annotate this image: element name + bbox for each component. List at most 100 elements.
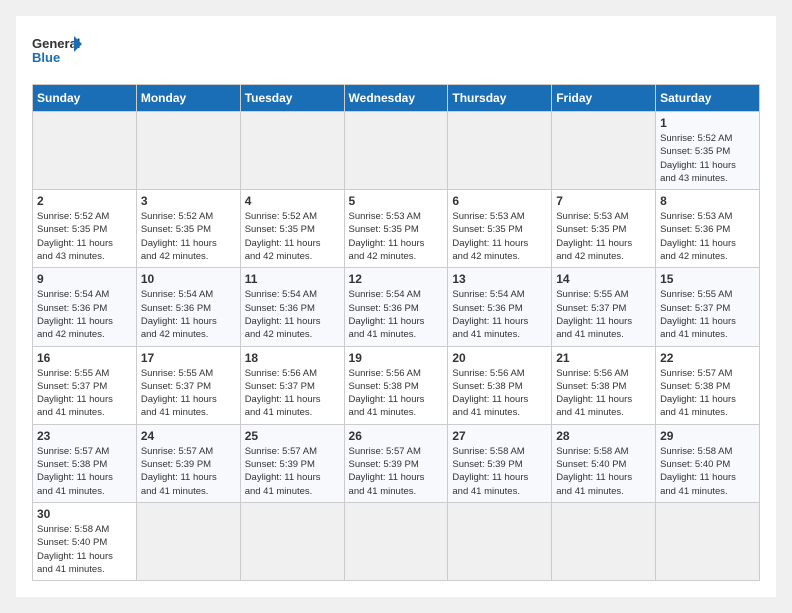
day-info: Sunrise: 5:56 AM Sunset: 5:38 PM Dayligh… (556, 367, 651, 420)
day-info: Sunrise: 5:54 AM Sunset: 5:36 PM Dayligh… (37, 288, 132, 341)
day-info: Sunrise: 5:53 AM Sunset: 5:35 PM Dayligh… (452, 210, 547, 263)
week-row-1: 2Sunrise: 5:52 AM Sunset: 5:35 PM Daylig… (33, 190, 760, 268)
day-info: Sunrise: 5:57 AM Sunset: 5:39 PM Dayligh… (349, 445, 444, 498)
day-info: Sunrise: 5:55 AM Sunset: 5:37 PM Dayligh… (660, 288, 755, 341)
header-cell-tuesday: Tuesday (240, 85, 344, 112)
day-cell: 19Sunrise: 5:56 AM Sunset: 5:38 PM Dayli… (344, 346, 448, 424)
day-number: 24 (141, 429, 236, 443)
week-row-2: 9Sunrise: 5:54 AM Sunset: 5:36 PM Daylig… (33, 268, 760, 346)
day-info: Sunrise: 5:54 AM Sunset: 5:36 PM Dayligh… (245, 288, 340, 341)
day-cell: 10 Sunrise: 5:54 AM Sunset: 5:36 PM Dayli… (136, 268, 240, 346)
day-cell (344, 502, 448, 580)
day-cell (240, 112, 344, 190)
day-info: Sunrise: 5:55 AM Sunset: 5:37 PM Dayligh… (141, 367, 236, 420)
week-row-4: 23Sunrise: 5:57 AM Sunset: 5:38 PM Dayli… (33, 424, 760, 502)
day-cell: 25Sunrise: 5:57 AM Sunset: 5:39 PM Dayli… (240, 424, 344, 502)
day-info: Sunrise: 5:58 AM Sunset: 5:40 PM Dayligh… (556, 445, 651, 498)
day-info: Sunrise: 5:57 AM Sunset: 5:39 PM Dayligh… (141, 445, 236, 498)
day-number: 4 (245, 194, 340, 208)
logo: General Blue (32, 32, 82, 72)
day-cell: 27Sunrise: 5:58 AM Sunset: 5:39 PM Dayli… (448, 424, 552, 502)
day-number: 25 (245, 429, 340, 443)
day-cell: 23Sunrise: 5:57 AM Sunset: 5:38 PM Dayli… (33, 424, 137, 502)
day-info: Sunrise: 5:55 AM Sunset: 5:37 PM Dayligh… (556, 288, 651, 341)
day-info: Sunrise: 5:54 AM Sunset: 5:36 PM Dayligh… (141, 288, 236, 341)
day-cell: 20 Sunrise: 5:56 AM Sunset: 5:38 PM Dayli… (448, 346, 552, 424)
day-cell: 26 Sunrise: 5:57 AM Sunset: 5:39 PM Dayli… (344, 424, 448, 502)
svg-text:General: General (32, 36, 80, 51)
day-number: 22 (660, 351, 755, 365)
day-info: Sunrise: 5:56 AM Sunset: 5:38 PM Dayligh… (452, 367, 547, 420)
header-row: SundayMondayTuesdayWednesdayThursdayFrid… (33, 85, 760, 112)
svg-text:Blue: Blue (32, 50, 60, 65)
day-cell (448, 502, 552, 580)
day-number: 7 (556, 194, 651, 208)
day-cell: 18 Sunrise: 5:56 AM Sunset: 5:37 PM Dayli… (240, 346, 344, 424)
day-cell: 8 Sunrise: 5:53 AM Sunset: 5:36 PM Daylig… (656, 190, 760, 268)
day-cell: 30Sunrise: 5:58 AM Sunset: 5:40 PM Dayli… (33, 502, 137, 580)
header-cell-monday: Monday (136, 85, 240, 112)
day-cell: 15Sunrise: 5:55 AM Sunset: 5:37 PM Dayli… (656, 268, 760, 346)
day-number: 27 (452, 429, 547, 443)
day-info: Sunrise: 5:53 AM Sunset: 5:35 PM Dayligh… (349, 210, 444, 263)
day-cell (552, 502, 656, 580)
day-cell: 21Sunrise: 5:56 AM Sunset: 5:38 PM Dayli… (552, 346, 656, 424)
header-cell-sunday: Sunday (33, 85, 137, 112)
day-info: Sunrise: 5:53 AM Sunset: 5:36 PM Dayligh… (660, 210, 755, 263)
day-cell (136, 112, 240, 190)
calendar-page: General Blue SundayMondayTuesdayWednesda… (16, 16, 776, 597)
day-cell: 1 Sunrise: 5:52 AM Sunset: 5:35 PM Daylig… (656, 112, 760, 190)
day-cell: 28 Sunrise: 5:58 AM Sunset: 5:40 PM Dayli… (552, 424, 656, 502)
day-number: 3 (141, 194, 236, 208)
day-cell: 6Sunrise: 5:53 AM Sunset: 5:35 PM Daylig… (448, 190, 552, 268)
day-number: 1 (660, 116, 755, 130)
header-cell-friday: Friday (552, 85, 656, 112)
day-number: 26 (349, 429, 444, 443)
day-number: 12 (349, 272, 444, 286)
day-info: Sunrise: 5:54 AM Sunset: 5:36 PM Dayligh… (452, 288, 547, 341)
week-row-5: 30Sunrise: 5:58 AM Sunset: 5:40 PM Dayli… (33, 502, 760, 580)
day-info: Sunrise: 5:56 AM Sunset: 5:37 PM Dayligh… (245, 367, 340, 420)
day-cell (33, 112, 137, 190)
day-number: 8 (660, 194, 755, 208)
day-number: 11 (245, 272, 340, 286)
day-number: 13 (452, 272, 547, 286)
day-cell: 13 Sunrise: 5:54 AM Sunset: 5:36 PM Dayli… (448, 268, 552, 346)
day-number: 20 (452, 351, 547, 365)
day-cell: 24 Sunrise: 5:57 AM Sunset: 5:39 PM Dayli… (136, 424, 240, 502)
calendar-table: SundayMondayTuesdayWednesdayThursdayFrid… (32, 84, 760, 581)
week-row-3: 16 Sunrise: 5:55 AM Sunset: 5:37 PM Dayli… (33, 346, 760, 424)
day-info: Sunrise: 5:58 AM Sunset: 5:40 PM Dayligh… (660, 445, 755, 498)
day-number: 5 (349, 194, 444, 208)
day-cell: 3 Sunrise: 5:52 AM Sunset: 5:35 PM Daylig… (136, 190, 240, 268)
day-info: Sunrise: 5:52 AM Sunset: 5:35 PM Dayligh… (660, 132, 755, 185)
day-cell: 12 Sunrise: 5:54 AM Sunset: 5:36 PM Dayli… (344, 268, 448, 346)
day-cell: 22Sunrise: 5:57 AM Sunset: 5:38 PM Dayli… (656, 346, 760, 424)
day-info: Sunrise: 5:52 AM Sunset: 5:35 PM Dayligh… (245, 210, 340, 263)
day-info: Sunrise: 5:52 AM Sunset: 5:35 PM Dayligh… (37, 210, 132, 263)
day-cell: 11 Sunrise: 5:54 AM Sunset: 5:36 PM Dayli… (240, 268, 344, 346)
day-number: 18 (245, 351, 340, 365)
day-info: Sunrise: 5:53 AM Sunset: 5:35 PM Dayligh… (556, 210, 651, 263)
day-cell (552, 112, 656, 190)
day-number: 14 (556, 272, 651, 286)
day-cell: 9Sunrise: 5:54 AM Sunset: 5:36 PM Daylig… (33, 268, 137, 346)
day-cell (448, 112, 552, 190)
day-number: 10 (141, 272, 236, 286)
day-cell: 16 Sunrise: 5:55 AM Sunset: 5:37 PM Dayli… (33, 346, 137, 424)
day-cell (136, 502, 240, 580)
day-number: 16 (37, 351, 132, 365)
day-cell: 17Sunrise: 5:55 AM Sunset: 5:37 PM Dayli… (136, 346, 240, 424)
day-info: Sunrise: 5:56 AM Sunset: 5:38 PM Dayligh… (349, 367, 444, 420)
day-info: Sunrise: 5:54 AM Sunset: 5:36 PM Dayligh… (349, 288, 444, 341)
day-info: Sunrise: 5:52 AM Sunset: 5:35 PM Dayligh… (141, 210, 236, 263)
header-cell-thursday: Thursday (448, 85, 552, 112)
day-info: Sunrise: 5:55 AM Sunset: 5:37 PM Dayligh… (37, 367, 132, 420)
day-number: 28 (556, 429, 651, 443)
day-cell: 5 Sunrise: 5:53 AM Sunset: 5:35 PM Daylig… (344, 190, 448, 268)
header-cell-wednesday: Wednesday (344, 85, 448, 112)
day-number: 29 (660, 429, 755, 443)
day-cell: 2Sunrise: 5:52 AM Sunset: 5:35 PM Daylig… (33, 190, 137, 268)
header: General Blue (32, 32, 760, 72)
logo-svg: General Blue (32, 32, 82, 72)
